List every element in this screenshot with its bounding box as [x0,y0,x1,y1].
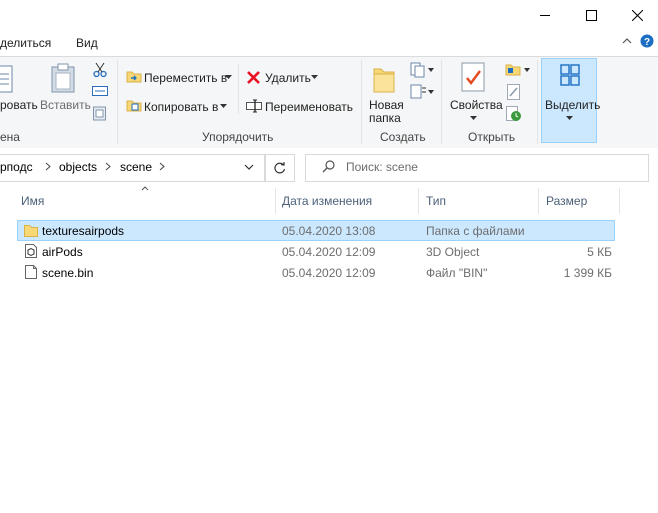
column-size[interactable]: Размер [546,188,616,214]
new-folder-label-1[interactable]: Новая [369,98,404,112]
new-folder-icon [373,63,395,93]
table-row[interactable]: texturesairpods 05.04.2020 13:08 Папка с… [0,220,658,241]
breadcrumb-item[interactable]: objects [59,160,97,174]
clipboard-group-label: ена [0,130,20,144]
file-date: 05.04.2020 12:09 [282,266,376,280]
ribbon-collapse-icon[interactable] [622,37,632,45]
open-icon[interactable] [505,62,521,76]
paste-button[interactable]: Вставить [40,98,91,112]
table-row[interactable]: scene.bin 05.04.2020 12:09 Файл "BIN" 1 … [0,262,658,283]
minimize-icon [539,10,551,21]
column-divider[interactable] [418,188,419,214]
maximize-button[interactable] [568,0,614,30]
delete-icon [247,71,260,84]
maximize-icon [585,9,597,21]
paste-shortcut-icon[interactable] [93,105,106,121]
chevron-right-icon[interactable] [105,162,111,171]
table-row[interactable]: airPods 05.04.2020 12:09 3D Object 5 КБ [0,241,658,262]
chevron-down-icon [566,116,573,120]
menu-share[interactable]: делиться [0,36,51,50]
chevron-right-icon[interactable] [45,162,51,171]
folder-icon [24,223,38,237]
close-button[interactable] [614,0,658,30]
chevron-down-icon [470,116,477,120]
ribbon-separator [117,60,118,144]
column-size-label: Размер [546,194,588,208]
column-date-label: Дата изменения [282,194,373,208]
svg-text:?: ? [644,37,650,48]
chevron-right-icon[interactable] [159,162,165,171]
new-item-icon[interactable] [410,62,428,78]
column-type-label: Тип [426,194,447,208]
file-name: scene.bin [42,266,94,280]
chevron-down-icon [225,75,232,79]
delete-button[interactable]: Удалить [265,71,311,85]
chevron-down-icon [524,68,530,72]
copy-to-icon [126,98,142,112]
help-icon[interactable]: ? [640,34,654,48]
new-folder-label-2[interactable]: папка [369,111,401,125]
copy-path-icon [0,64,14,94]
search-icon [322,160,335,173]
organize-group-label: Упорядочить [202,130,274,144]
file-size: 5 КБ [587,245,612,259]
chevron-down-icon [220,104,227,108]
column-divider[interactable] [275,188,276,214]
column-name[interactable]: Имя [21,188,274,214]
3d-object-icon [25,244,37,258]
column-name-label: Имя [21,194,45,208]
file-type: Файл "BIN" [426,266,488,280]
search-placeholder: Поиск: scene [346,160,418,174]
refresh-icon [273,161,286,174]
close-icon [631,9,643,21]
properties-button[interactable]: Свойства [450,98,503,112]
column-divider[interactable] [538,188,539,214]
copy-button-label[interactable]: ровать [0,98,38,112]
chevron-down-icon [311,75,318,79]
file-type: 3D Object [426,245,480,259]
column-date[interactable]: Дата изменения [282,188,417,214]
select-grid-icon [560,64,580,86]
select-button-label: Выделить [545,98,601,112]
easy-access-icon[interactable] [410,84,428,100]
new-group-label: Создать [380,130,426,144]
breadcrumb-item[interactable]: scene [120,160,152,174]
cut-icon[interactable] [93,62,107,78]
chevron-down-icon [428,90,434,94]
menu-bar [0,30,658,56]
address-dropdown-icon[interactable] [244,164,254,170]
rename-button[interactable]: Переименовать [265,100,353,114]
minimize-button[interactable] [522,0,568,30]
chevron-down-icon [428,68,434,72]
copy-path-small-icon[interactable] [92,86,108,96]
properties-icon [461,62,487,92]
ribbon-separator [238,64,239,114]
file-name: texturesairpods [42,224,125,238]
breadcrumb-item[interactable]: рподс [0,160,33,174]
column-type[interactable]: Тип [426,188,536,214]
file-size: 1 399 КБ [563,266,612,280]
rename-icon [246,99,262,113]
history-icon[interactable] [506,106,522,122]
move-to-icon [126,69,142,83]
file-name: airPods [42,245,83,259]
open-group-label: Открыть [468,130,516,144]
ribbon-separator [441,60,442,144]
copy-to-button[interactable]: Копировать в [144,100,218,114]
ribbon-separator [537,60,538,144]
ribbon-separator [361,60,362,144]
file-date: 05.04.2020 12:09 [282,245,376,259]
column-divider[interactable] [619,188,620,214]
menu-view[interactable]: Вид [76,36,98,50]
paste-icon [50,63,76,93]
move-to-button[interactable]: Переместить в [144,71,227,85]
file-type: Папка с файлами [426,224,525,238]
file-icon [25,265,37,279]
edit-icon[interactable] [507,84,521,100]
file-date: 05.04.2020 13:08 [282,224,376,238]
